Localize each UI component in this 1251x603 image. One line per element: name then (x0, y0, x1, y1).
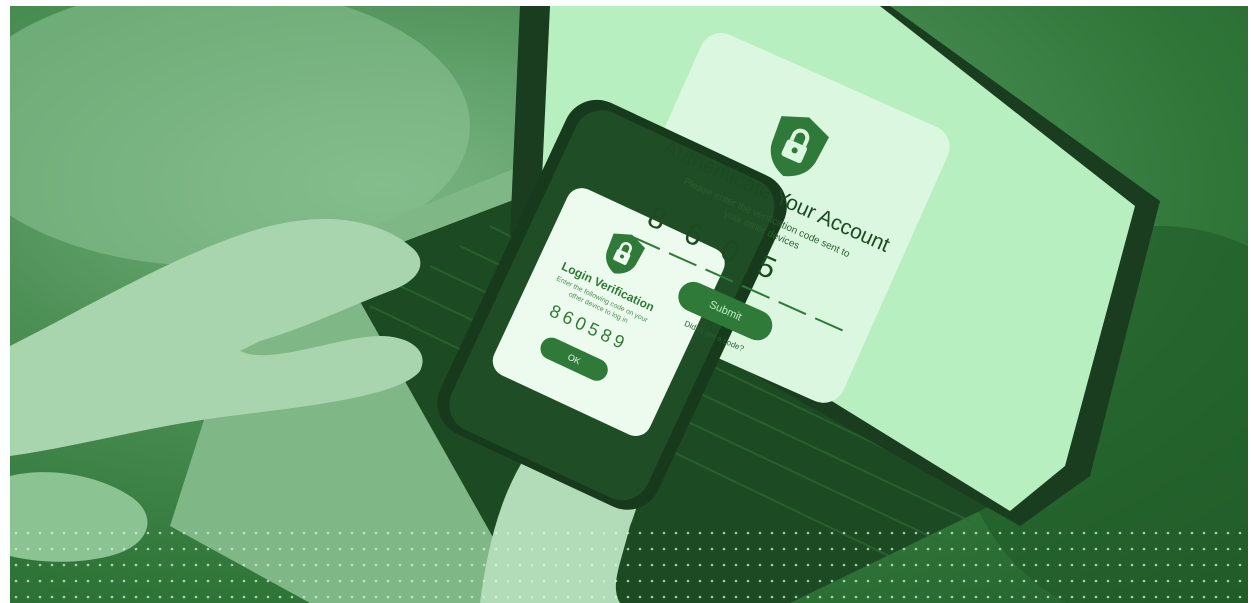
shield-lock-icon (755, 103, 837, 190)
code-digit-box[interactable] (778, 262, 824, 316)
code-digit-box[interactable]: 5 (741, 246, 787, 299)
shield-lock-icon (595, 225, 651, 284)
code-digit-box[interactable] (814, 278, 861, 332)
photo-scene: Authenticate Your Account Please enter t… (10, 6, 1248, 603)
left-arm (10, 472, 148, 562)
